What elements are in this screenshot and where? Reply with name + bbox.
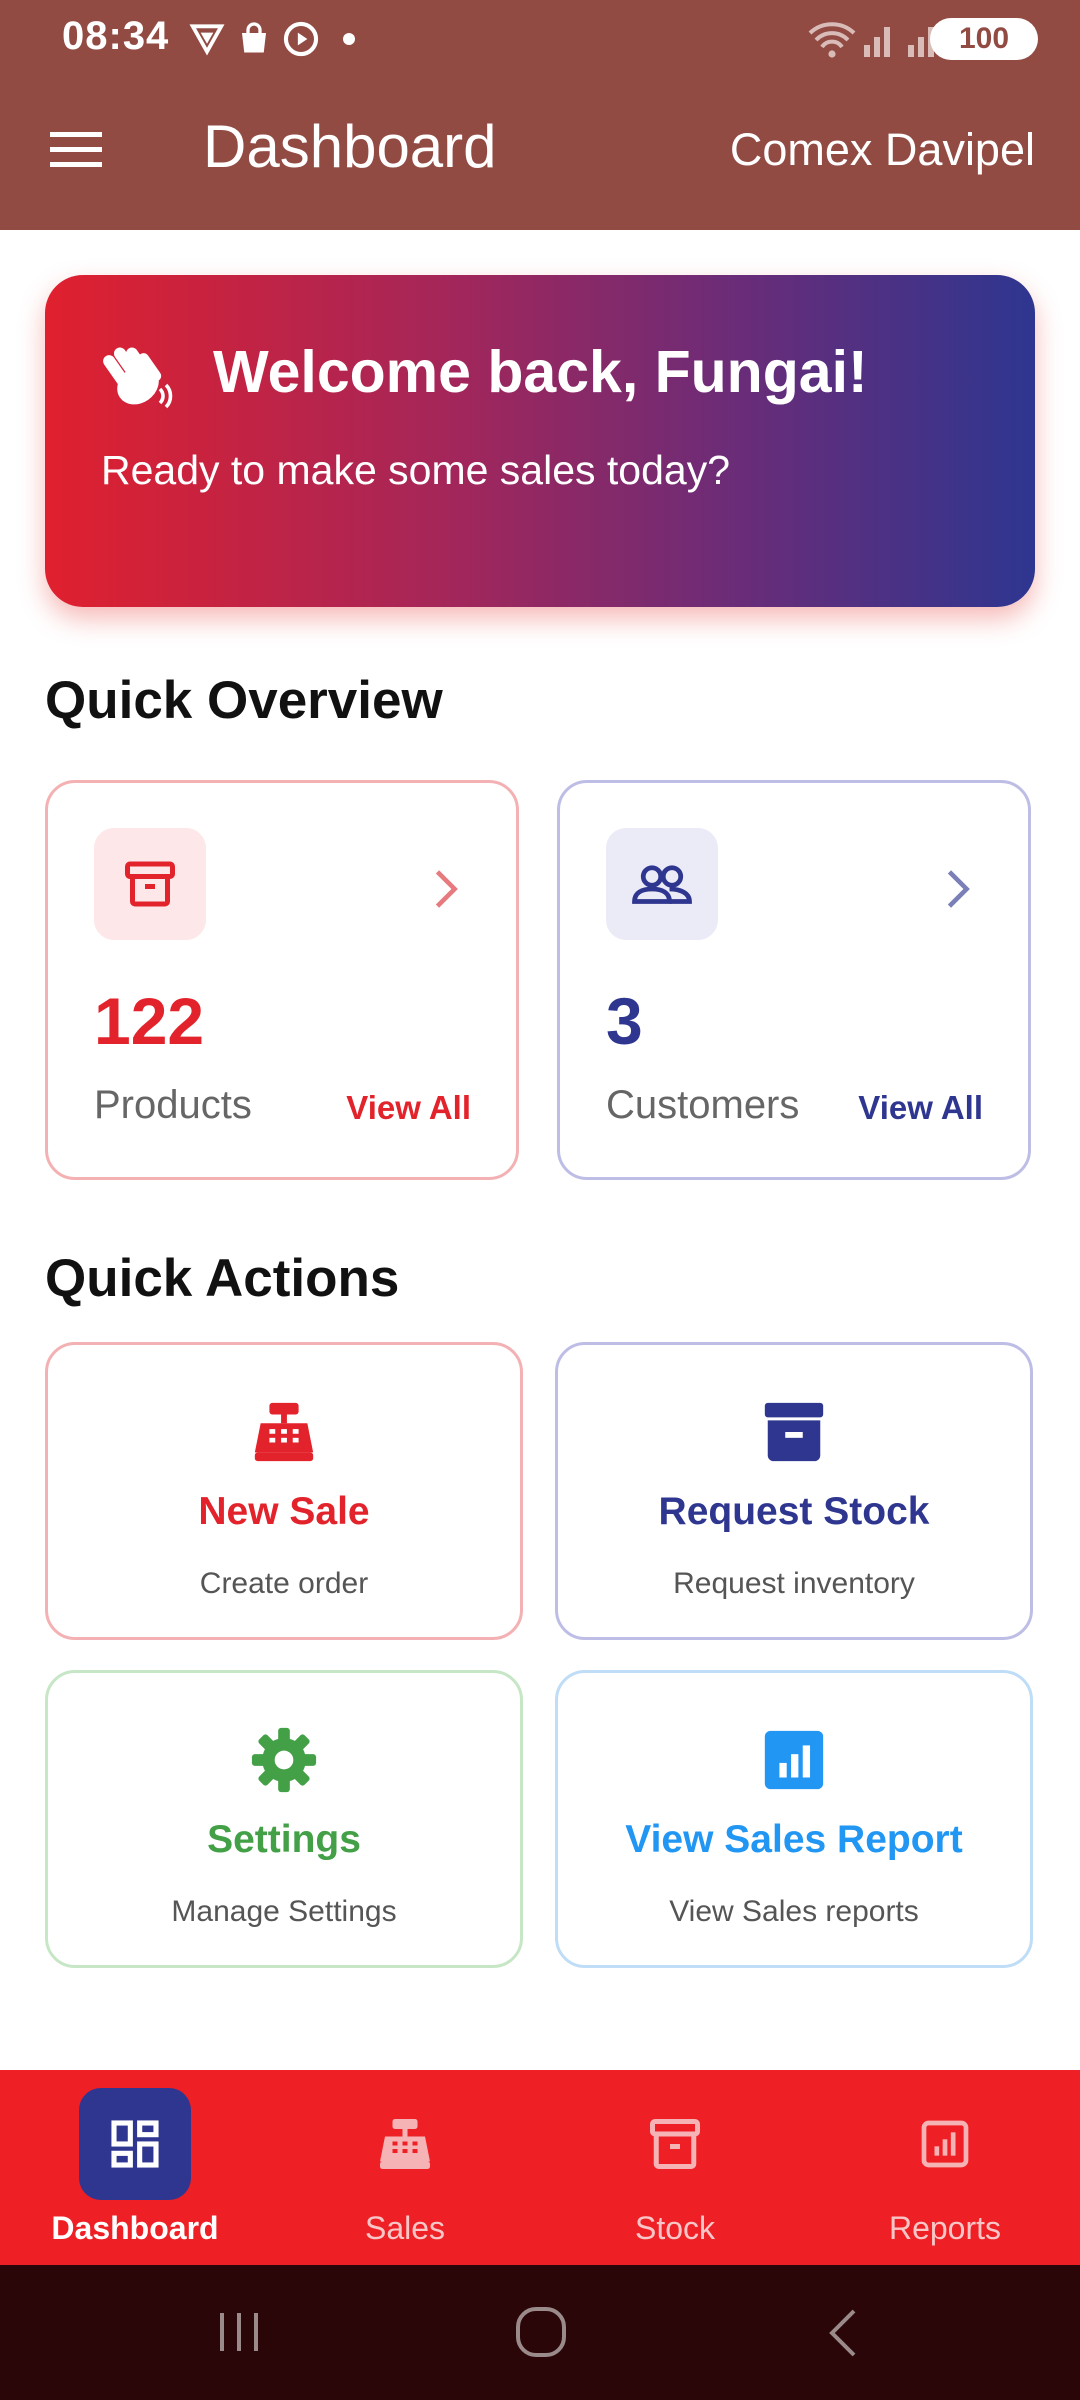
customers-label: Customers xyxy=(606,1083,800,1127)
new-sale-subtitle: Create order xyxy=(199,1567,369,1600)
customers-count: 3 xyxy=(606,984,643,1058)
signal-icon xyxy=(862,18,896,60)
welcome-subtitle: Ready to make some sales today? xyxy=(101,447,730,493)
nav-label-dashboard: Dashboard xyxy=(51,2210,219,2246)
gear-icon xyxy=(249,1725,319,1795)
nav-item-reports[interactable]: Reports xyxy=(810,2070,1080,2265)
products-label: Products xyxy=(94,1083,252,1127)
archive-box-icon xyxy=(619,2088,731,2200)
chevron-right-icon xyxy=(945,868,973,915)
customers-card[interactable]: 3 Customers View All xyxy=(557,780,1031,1180)
report-chart-icon xyxy=(889,2088,1001,2200)
settings-button[interactable]: Settings Manage Settings xyxy=(45,1670,523,1968)
settings-subtitle: Manage Settings xyxy=(171,1895,397,1928)
products-card[interactable]: 122 Products View All xyxy=(45,780,519,1180)
chevron-right-icon xyxy=(433,868,461,915)
products-count: 122 xyxy=(94,984,205,1058)
archive-box-icon xyxy=(94,828,206,940)
nav-item-sales[interactable]: Sales xyxy=(270,2070,540,2265)
products-view-all-link[interactable]: View All xyxy=(346,1089,471,1127)
wifi-icon xyxy=(808,18,856,60)
request-stock-title: Request Stock xyxy=(658,1490,930,1533)
vpn-shield-icon xyxy=(188,18,226,60)
new-sale-button[interactable]: New Sale Create order xyxy=(45,1342,523,1640)
nav-label-reports: Reports xyxy=(888,2210,1002,2246)
cash-register-icon xyxy=(249,1397,319,1467)
people-icon xyxy=(606,828,718,940)
notification-dot-icon xyxy=(342,18,356,60)
cash-register-icon xyxy=(349,2088,461,2200)
report-chart-icon xyxy=(759,1725,829,1795)
customers-view-all-link[interactable]: View All xyxy=(858,1089,983,1127)
home-icon[interactable] xyxy=(514,2305,568,2364)
nav-item-stock[interactable]: Stock xyxy=(540,2070,810,2265)
waving-hand-icon xyxy=(98,333,178,413)
status-time: 08:34 xyxy=(62,14,170,58)
nav-label-stock: Stock xyxy=(634,2210,716,2246)
dashboard-icon xyxy=(79,2088,191,2200)
back-icon[interactable] xyxy=(824,2307,864,2364)
quick-actions-title: Quick Actions xyxy=(45,1249,400,1308)
shopping-bag-icon xyxy=(236,18,272,60)
nav-item-dashboard[interactable]: Dashboard xyxy=(0,2070,270,2265)
quick-overview-title: Quick Overview xyxy=(45,671,443,730)
nav-label-sales: Sales xyxy=(364,2210,446,2246)
archive-box-icon xyxy=(759,1397,829,1467)
welcome-title: Welcome back, Fungai! xyxy=(213,339,868,405)
recent-apps-icon[interactable] xyxy=(214,2307,264,2362)
sales-report-title: View Sales Report xyxy=(625,1818,963,1861)
request-stock-subtitle: Request inventory xyxy=(673,1567,915,1600)
menu-icon[interactable] xyxy=(50,128,106,172)
new-sale-title: New Sale xyxy=(198,1490,370,1533)
sales-report-subtitle: View Sales reports xyxy=(669,1895,919,1928)
battery-indicator: 100 xyxy=(930,18,1038,60)
system-navigation-bar xyxy=(0,2265,1080,2400)
welcome-banner xyxy=(45,275,1035,607)
view-sales-report-button[interactable]: View Sales Report View Sales reports xyxy=(555,1670,1033,1968)
settings-title: Settings xyxy=(207,1818,361,1861)
page-title: Dashboard xyxy=(203,113,497,180)
request-stock-button[interactable]: Request Stock Request inventory xyxy=(555,1342,1033,1640)
media-play-icon xyxy=(282,18,320,60)
organization-name[interactable]: Comex Davipel xyxy=(730,124,1035,176)
bottom-navigation: Dashboard Sales Stock Reports xyxy=(0,2070,1080,2265)
